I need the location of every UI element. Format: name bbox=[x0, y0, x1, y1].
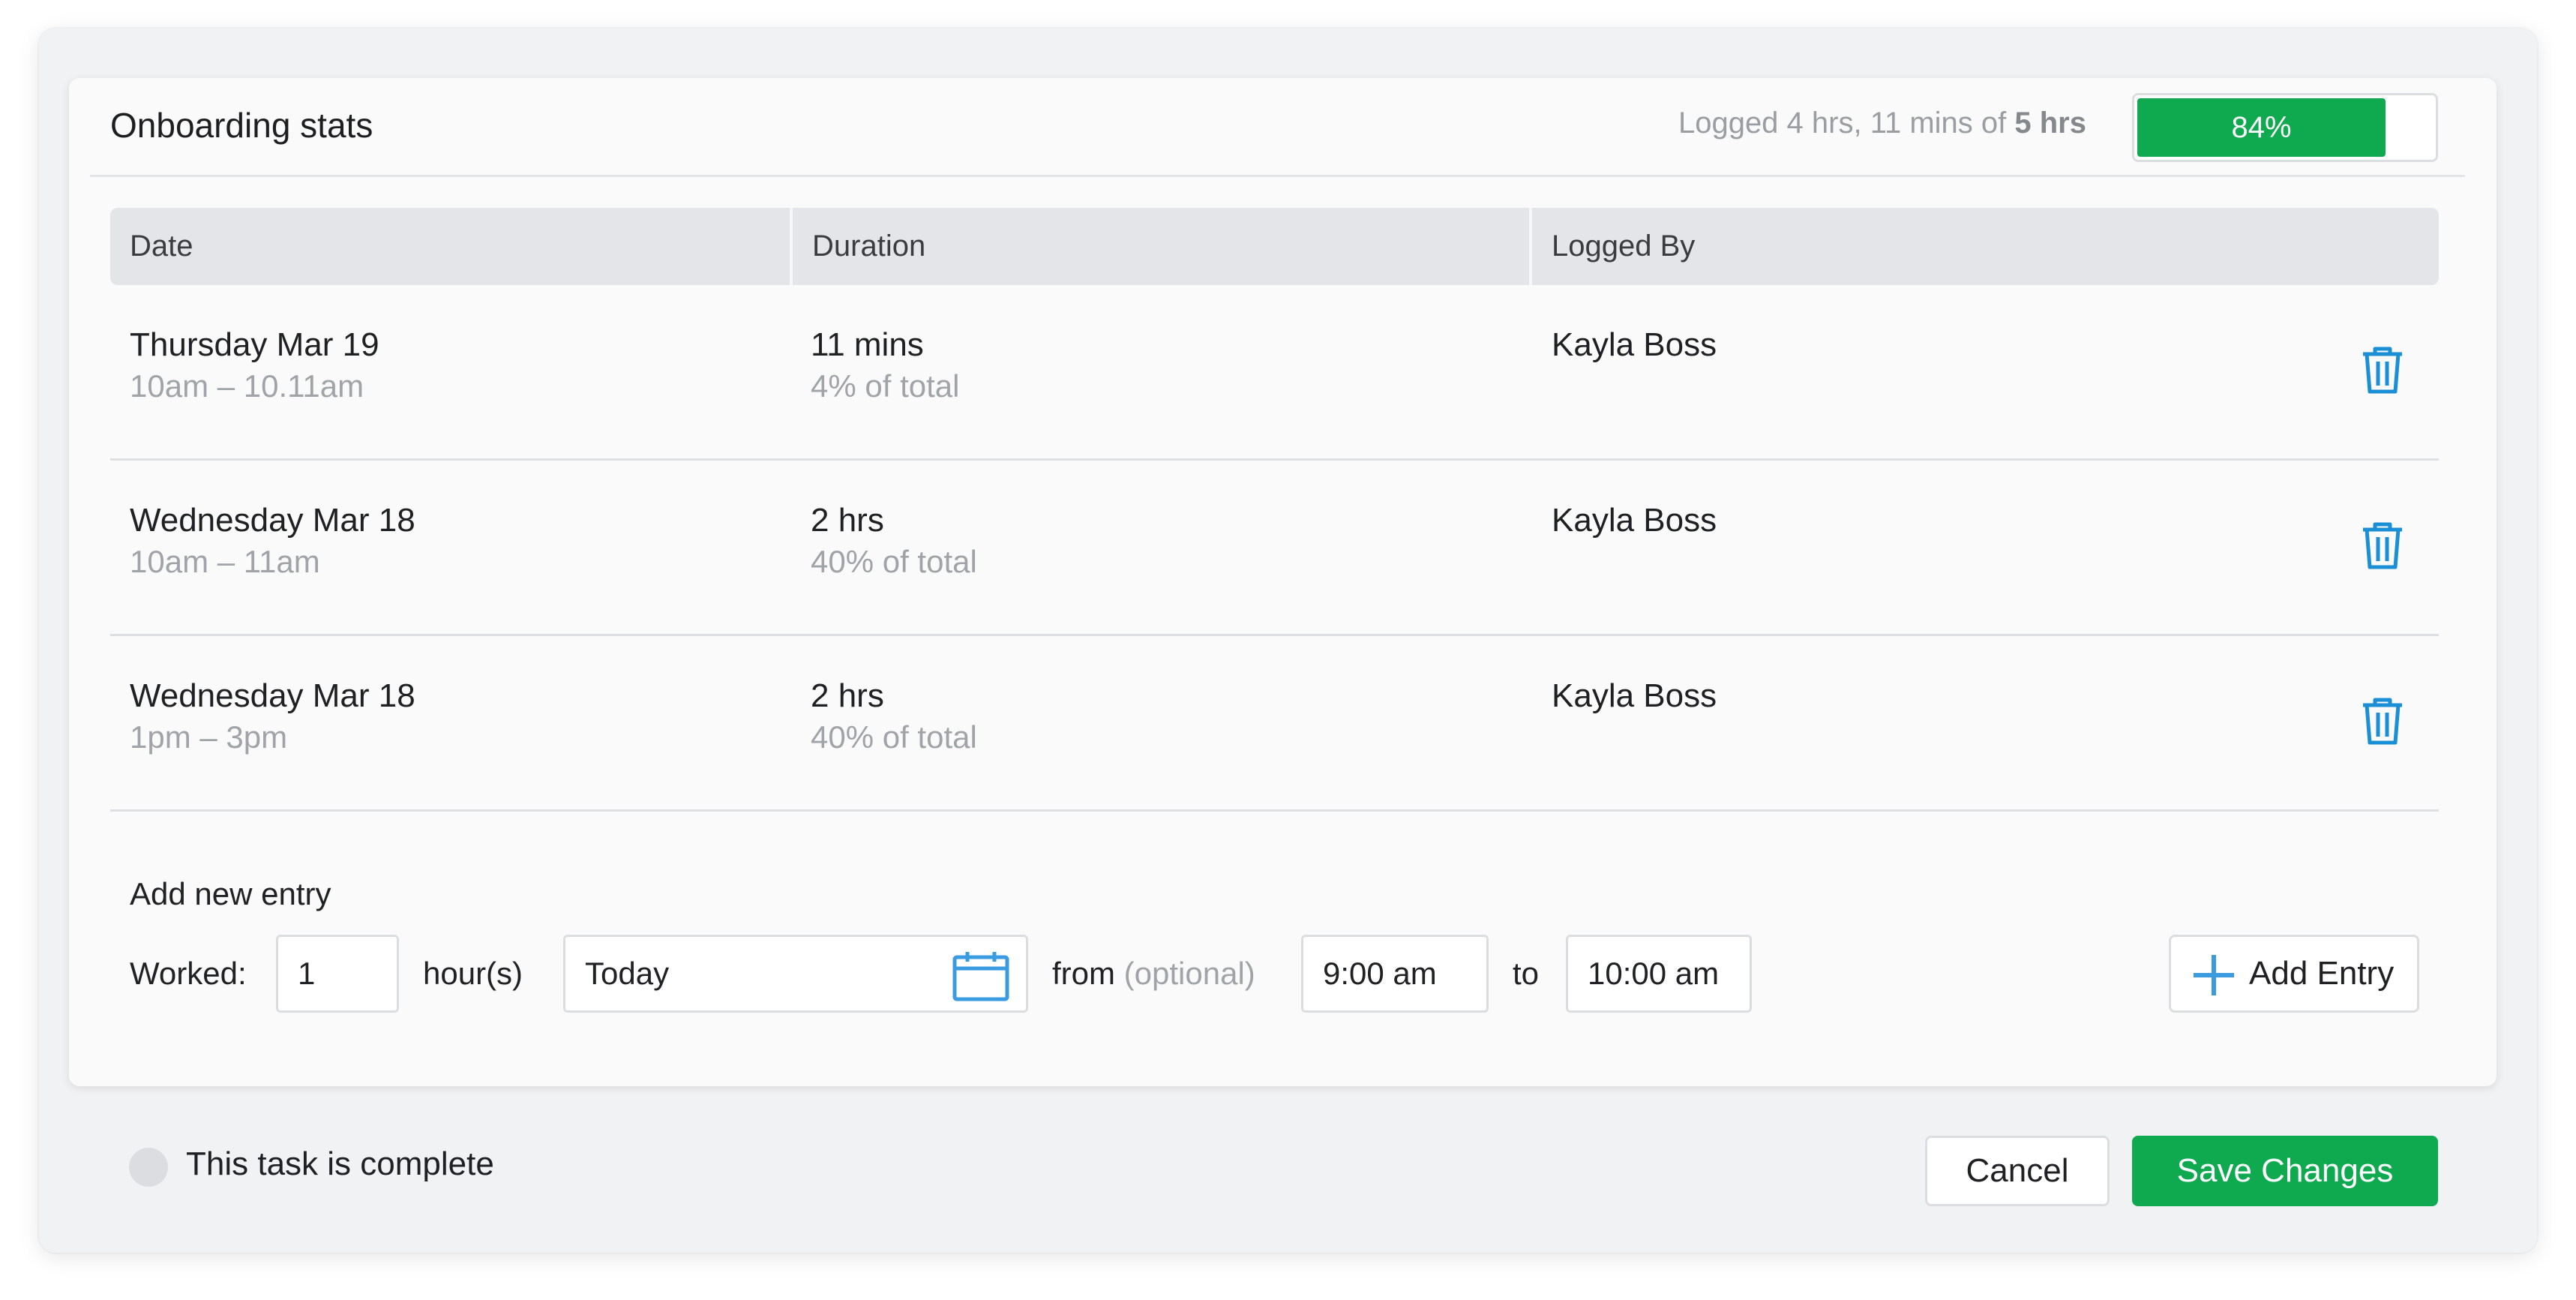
page-title: Onboarding stats bbox=[110, 106, 373, 145]
entry-share: 40% of total bbox=[811, 719, 977, 755]
table-header: Date Duration Logged By bbox=[110, 208, 2439, 285]
time-log-table: Date Duration Logged By Thursday Mar 19 … bbox=[110, 208, 2439, 812]
column-header-duration: Duration bbox=[790, 208, 1529, 285]
entry-share: 4% of total bbox=[811, 368, 960, 404]
entry-date: Wednesday Mar 18 bbox=[130, 677, 415, 714]
hours-input[interactable]: 1 bbox=[276, 935, 399, 1013]
entry-logged-by: Kayla Boss bbox=[1552, 326, 1717, 363]
to-time-input[interactable]: 10:00 am bbox=[1566, 935, 1752, 1013]
from-label-text: from bbox=[1052, 956, 1115, 991]
entry-logged-by: Kayla Boss bbox=[1552, 502, 1717, 539]
logged-prefix: Logged 4 hrs, 11 mins of bbox=[1678, 107, 2007, 140]
entry-logged-by: Kayla Boss bbox=[1552, 677, 1717, 714]
table-row: Wednesday Mar 18 10am – 11am 2 hrs 40% o… bbox=[110, 461, 2439, 636]
table-row: Wednesday Mar 18 1pm – 3pm 2 hrs 40% of … bbox=[110, 636, 2439, 812]
plus-icon bbox=[2194, 955, 2234, 995]
entry-time-range: 1pm – 3pm bbox=[130, 719, 288, 755]
column-header-logged-by: Logged By bbox=[1529, 208, 2439, 285]
hours-unit-label: hour(s) bbox=[423, 956, 523, 991]
duration-cell: 2 hrs 40% of total bbox=[811, 675, 977, 758]
trash-icon[interactable] bbox=[2360, 345, 2405, 395]
date-cell: Thursday Mar 19 10am – 10.11am bbox=[130, 324, 379, 407]
card-header bbox=[90, 78, 2465, 177]
entry-date: Thursday Mar 19 bbox=[130, 326, 379, 363]
cancel-button[interactable]: Cancel bbox=[1925, 1136, 2110, 1206]
entry-time-range: 10am – 11am bbox=[130, 544, 320, 579]
date-cell: Wednesday Mar 18 10am – 11am bbox=[130, 500, 415, 582]
duration-cell: 2 hrs 40% of total bbox=[811, 500, 977, 582]
entry-duration: 2 hrs bbox=[811, 677, 884, 714]
worked-label: Worked: bbox=[130, 956, 247, 991]
logged-by-cell: Kayla Boss bbox=[1552, 500, 1717, 542]
entry-duration: 2 hrs bbox=[811, 502, 884, 539]
trash-icon[interactable] bbox=[2360, 521, 2405, 570]
progress-bar: 84% bbox=[2132, 93, 2438, 162]
logged-by-cell: Kayla Boss bbox=[1552, 675, 1717, 717]
duration-cell: 11 mins 4% of total bbox=[811, 324, 959, 407]
trash-icon[interactable] bbox=[2360, 696, 2405, 746]
to-label: to bbox=[1513, 956, 1540, 991]
calendar-icon[interactable] bbox=[952, 950, 1009, 1001]
entry-share: 40% of total bbox=[811, 544, 977, 579]
add-entry-label: Add Entry bbox=[2249, 955, 2395, 992]
logged-summary: Logged 4 hrs, 11 mins of 5 hrs bbox=[1350, 107, 2086, 140]
add-entry-button[interactable]: Add Entry bbox=[2169, 935, 2419, 1013]
entry-date: Wednesday Mar 18 bbox=[130, 502, 415, 539]
from-optional-hint: (optional) bbox=[1123, 956, 1255, 991]
table-row: Thursday Mar 19 10am – 10.11am 11 mins 4… bbox=[110, 285, 2439, 461]
progress-label: 84% bbox=[2231, 111, 2292, 144]
task-complete-label: This task is complete bbox=[186, 1145, 494, 1182]
logged-by-cell: Kayla Boss bbox=[1552, 324, 1717, 366]
entry-time-range: 10am – 10.11am bbox=[130, 368, 364, 404]
date-input-value: Today bbox=[585, 956, 670, 991]
entry-duration: 11 mins bbox=[811, 326, 924, 363]
from-label: from (optional) bbox=[1052, 935, 1255, 1013]
task-complete-toggle[interactable] bbox=[129, 1148, 168, 1187]
date-cell: Wednesday Mar 18 1pm – 3pm bbox=[130, 675, 415, 758]
logged-total: 5 hrs bbox=[2014, 107, 2086, 140]
save-changes-button[interactable]: Save Changes bbox=[2132, 1136, 2438, 1206]
column-header-date: Date bbox=[130, 230, 193, 263]
from-time-input[interactable]: 9:00 am bbox=[1301, 935, 1489, 1013]
date-input[interactable]: Today bbox=[563, 935, 1028, 1013]
add-entry-title: Add new entry bbox=[130, 876, 331, 911]
